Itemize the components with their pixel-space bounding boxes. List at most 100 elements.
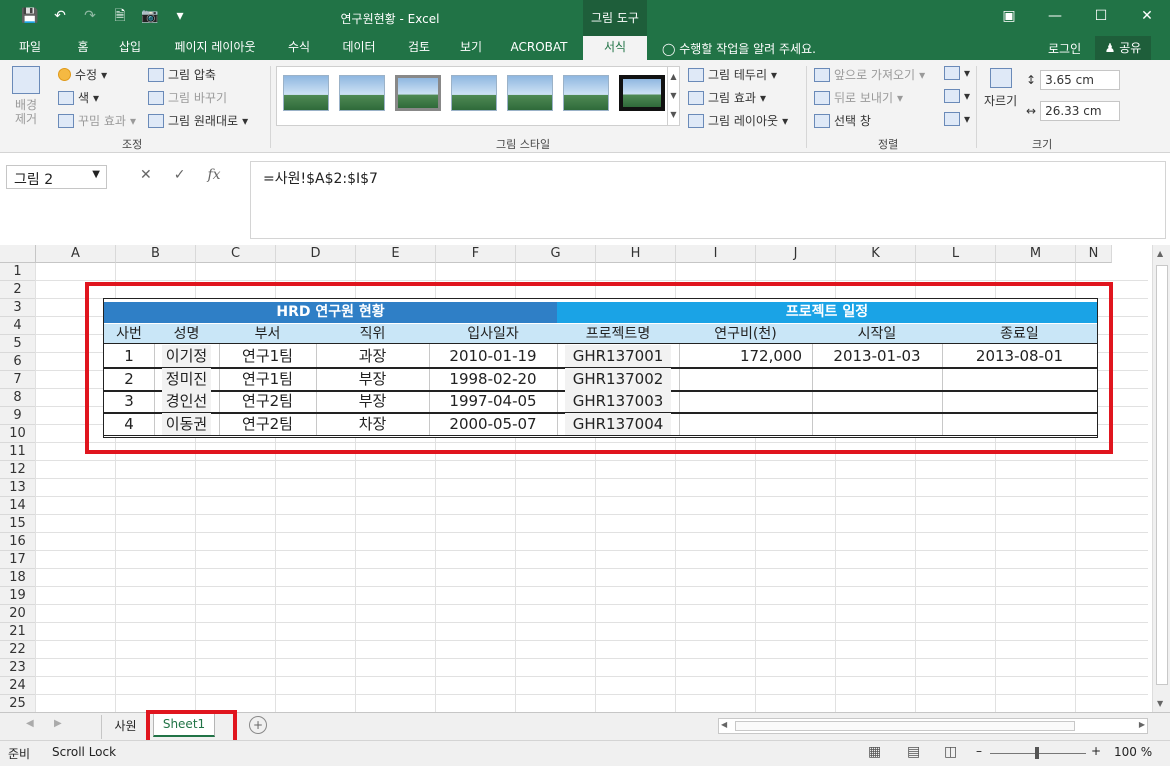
row-header[interactable]: 7: [0, 371, 36, 389]
column-header[interactable]: K: [836, 245, 916, 263]
tell-me-box[interactable]: ◯ 수행할 작업을 알려 주세요.: [662, 40, 816, 57]
row-header[interactable]: 9: [0, 407, 36, 425]
linked-picture[interactable]: HRD 연구원 현황 프로젝트 일정 사번 성명 부서 직위 입사일자 프로젝트명 연구비(…: [103, 298, 1098, 438]
column-header[interactable]: M: [996, 245, 1076, 263]
ribbon-display-icon[interactable]: ▣: [986, 0, 1032, 32]
tab-file[interactable]: 파일: [10, 36, 50, 60]
reset-picture-button[interactable]: 그림 원래대로 ▾: [148, 112, 248, 129]
row-header[interactable]: 12: [0, 461, 36, 479]
column-header[interactable]: B: [116, 245, 196, 263]
column-header[interactable]: F: [436, 245, 516, 263]
horizontal-scroll-thumb[interactable]: [735, 721, 1075, 731]
picture-style-7[interactable]: [619, 75, 665, 111]
row-header[interactable]: 3: [0, 299, 36, 317]
rotate-button[interactable]: ▾: [944, 112, 970, 126]
picture-border-button[interactable]: 그림 테두리 ▾: [688, 66, 777, 83]
color-button[interactable]: 색 ▾: [58, 89, 99, 106]
picture-effects-button[interactable]: 그림 효과 ▾: [688, 89, 766, 106]
zoom-out-icon[interactable]: –: [976, 744, 982, 758]
row-header[interactable]: 11: [0, 443, 36, 461]
corrections-button[interactable]: 수정 ▾: [58, 66, 107, 83]
column-header[interactable]: N: [1076, 245, 1112, 263]
column-header[interactable]: H: [596, 245, 676, 263]
row-header[interactable]: 19: [0, 587, 36, 605]
row-header[interactable]: 25: [0, 695, 36, 712]
tab-data[interactable]: 데이터: [334, 36, 384, 60]
row-header[interactable]: 22: [0, 641, 36, 659]
column-header[interactable]: J: [756, 245, 836, 263]
picture-style-2[interactable]: [339, 75, 385, 111]
column-header[interactable]: L: [916, 245, 996, 263]
align-button[interactable]: ▾: [944, 66, 970, 80]
scroll-down-icon[interactable]: ▼: [1157, 699, 1163, 708]
send-backward-button[interactable]: 뒤로 보내기 ▾: [814, 89, 903, 106]
row-header[interactable]: 1: [0, 263, 36, 281]
tab-formulas[interactable]: 수식: [280, 36, 318, 60]
column-header[interactable]: D: [276, 245, 356, 263]
artistic-effects-button[interactable]: 꾸밈 효과 ▾: [58, 112, 136, 129]
picture-styles-gallery[interactable]: ▲ ▼ ▼: [276, 66, 680, 126]
height-field[interactable]: ↕ 3.65 cm: [1026, 70, 1121, 90]
width-value[interactable]: 26.33 cm: [1040, 101, 1121, 121]
row-header[interactable]: 20: [0, 605, 36, 623]
tab-acrobat[interactable]: ACROBAT: [504, 36, 574, 60]
column-header[interactable]: A: [36, 245, 116, 263]
add-sheet-icon[interactable]: +: [249, 716, 267, 734]
remove-background-button[interactable]: 배경 제거: [8, 66, 44, 126]
select-all-corner[interactable]: [0, 245, 36, 263]
tab-view[interactable]: 보기: [452, 36, 490, 60]
prev-sheet-icon[interactable]: ◀: [26, 718, 34, 729]
row-header[interactable]: 6: [0, 353, 36, 371]
row-header[interactable]: 23: [0, 659, 36, 677]
tab-review[interactable]: 검토: [400, 36, 438, 60]
change-picture-button[interactable]: 그림 바꾸기: [148, 89, 227, 106]
zoom-in-icon[interactable]: +: [1091, 744, 1101, 758]
selection-pane-button[interactable]: 선택 창: [814, 112, 871, 129]
row-header[interactable]: 4: [0, 317, 36, 335]
scroll-left-icon[interactable]: ◀: [721, 720, 727, 729]
page-layout-view-icon[interactable]: ▤: [907, 744, 920, 760]
zoom-slider-thumb[interactable]: [1035, 747, 1039, 759]
vertical-scroll-thumb[interactable]: [1156, 265, 1168, 685]
column-header[interactable]: C: [196, 245, 276, 263]
close-button[interactable]: ✕: [1124, 0, 1170, 32]
gallery-scroll[interactable]: ▲ ▼ ▼: [667, 67, 679, 125]
tab-page-layout[interactable]: 페이지 레이아웃: [166, 36, 264, 60]
name-box[interactable]: 그림 2 ▼: [6, 165, 107, 189]
row-header[interactable]: 2: [0, 281, 36, 299]
row-header[interactable]: 8: [0, 389, 36, 407]
normal-view-icon[interactable]: ▦: [868, 744, 881, 760]
zoom-level[interactable]: 100 %: [1114, 745, 1152, 759]
chevron-down-icon[interactable]: ▼: [92, 169, 100, 180]
column-header[interactable]: E: [356, 245, 436, 263]
crop-button[interactable]: 자르기: [984, 68, 1017, 109]
compress-pictures-button[interactable]: 그림 압축: [148, 66, 216, 83]
row-header[interactable]: 18: [0, 569, 36, 587]
login-link[interactable]: 로그인: [1048, 40, 1081, 57]
page-break-view-icon[interactable]: ◫: [944, 744, 957, 760]
bring-forward-button[interactable]: 앞으로 가져오기 ▾: [814, 66, 925, 83]
row-header[interactable]: 13: [0, 479, 36, 497]
horizontal-scrollbar[interactable]: ◀ ▶: [718, 718, 1148, 734]
group-button[interactable]: ▾: [944, 89, 970, 103]
row-header[interactable]: 10: [0, 425, 36, 443]
row-header[interactable]: 16: [0, 533, 36, 551]
picture-style-3[interactable]: [395, 75, 441, 111]
width-field[interactable]: ↔ 26.33 cm: [1026, 101, 1121, 121]
share-button[interactable]: ♟ 공유: [1095, 36, 1151, 60]
row-header[interactable]: 17: [0, 551, 36, 569]
row-header[interactable]: 21: [0, 623, 36, 641]
maximize-button[interactable]: ☐: [1078, 0, 1124, 32]
picture-style-6[interactable]: [563, 75, 609, 111]
formula-input[interactable]: =사원!$A$2:$I$7: [250, 161, 1166, 239]
picture-style-4[interactable]: [451, 75, 497, 111]
height-value[interactable]: 3.65 cm: [1040, 70, 1121, 90]
minimize-button[interactable]: —: [1032, 0, 1078, 32]
next-sheet-icon[interactable]: ▶: [54, 718, 62, 729]
picture-style-5[interactable]: [507, 75, 553, 111]
row-header[interactable]: 5: [0, 335, 36, 353]
picture-layout-button[interactable]: 그림 레이아웃 ▾: [688, 112, 788, 129]
row-header[interactable]: 14: [0, 497, 36, 515]
sheet-tab-employees[interactable]: 사원: [101, 715, 149, 739]
tab-format[interactable]: 서식: [583, 36, 647, 60]
